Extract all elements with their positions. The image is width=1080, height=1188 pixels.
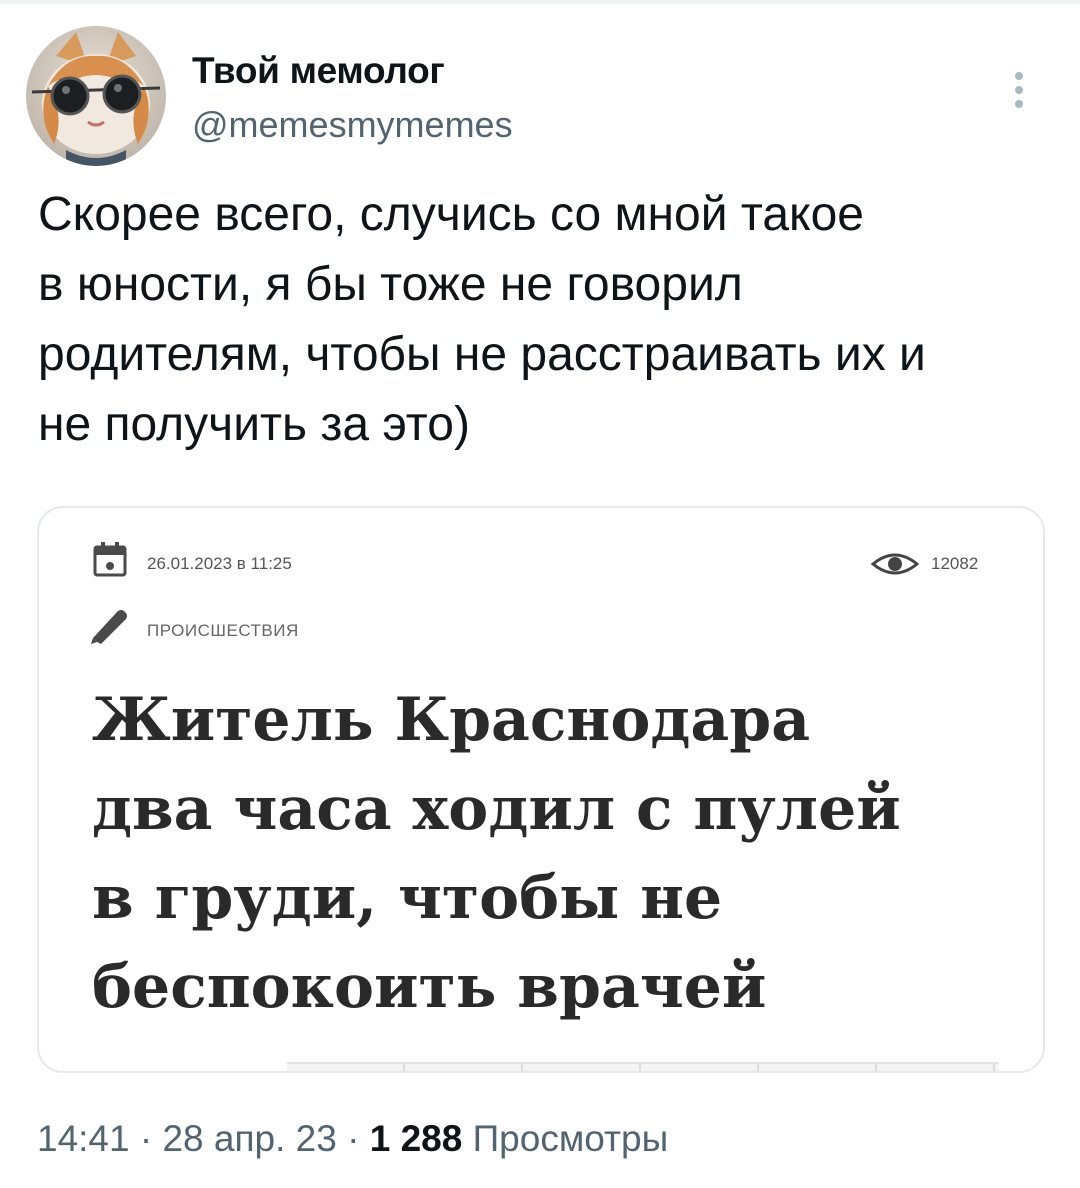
more-vertical-icon[interactable] xyxy=(1004,68,1034,112)
headline-line: Житель Краснодара xyxy=(92,685,811,755)
views-label[interactable]: Просмотры xyxy=(462,1118,669,1159)
tweet-text: Скорее всего, случись со мной такое в юн… xyxy=(38,180,1058,460)
headline-line: беспокоить врачей xyxy=(92,952,767,1022)
tweet-date[interactable]: 28 апр. 23 xyxy=(162,1118,336,1159)
separator: · xyxy=(336,1118,370,1159)
article-bottom-strip xyxy=(287,1062,999,1071)
tweet-text-line: в юности, я бы тоже не говорил xyxy=(38,258,743,311)
tweet-text-line: родителям, чтобы не расстраивать их и xyxy=(38,328,926,381)
headline-line: в груди, чтобы не xyxy=(92,863,723,933)
avatar[interactable] xyxy=(26,26,166,166)
author-handle[interactable]: @memesmymemes xyxy=(192,104,513,146)
article-views: 12082 xyxy=(931,554,979,573)
tweet-text-line: Скорее всего, случись со мной такое xyxy=(38,188,864,241)
views-count[interactable]: 1 288 xyxy=(370,1118,463,1159)
article-headline: Житель Краснодара два часа ходил с пулей… xyxy=(92,676,1032,1032)
media-image-card[interactable]: 26.01.2023 в 11:25 12082 ПРОИСШЕСТВИЯ Жи… xyxy=(37,506,1045,1073)
eye-icon xyxy=(870,550,920,578)
article-screenshot: 26.01.2023 в 11:25 12082 ПРОИСШЕСТВИЯ Жи… xyxy=(39,508,1043,1071)
calendar-icon xyxy=(93,541,127,577)
pencil-icon xyxy=(89,608,129,644)
article-category: ПРОИСШЕСТВИЯ xyxy=(147,621,299,640)
tweet-footer: 14:41 · 28 апр. 23 · 1 288 Просмотры xyxy=(37,1118,668,1160)
headline-line: два часа ходил с пулей xyxy=(92,774,901,844)
article-date: 26.01.2023 в 11:25 xyxy=(147,554,292,573)
tweet-text-line: не получить за это) xyxy=(38,398,470,451)
top-divider xyxy=(0,0,1080,4)
author-name[interactable]: Твой мемолог xyxy=(192,50,445,92)
tweet-time[interactable]: 14:41 xyxy=(37,1118,130,1159)
separator: · xyxy=(129,1118,163,1159)
